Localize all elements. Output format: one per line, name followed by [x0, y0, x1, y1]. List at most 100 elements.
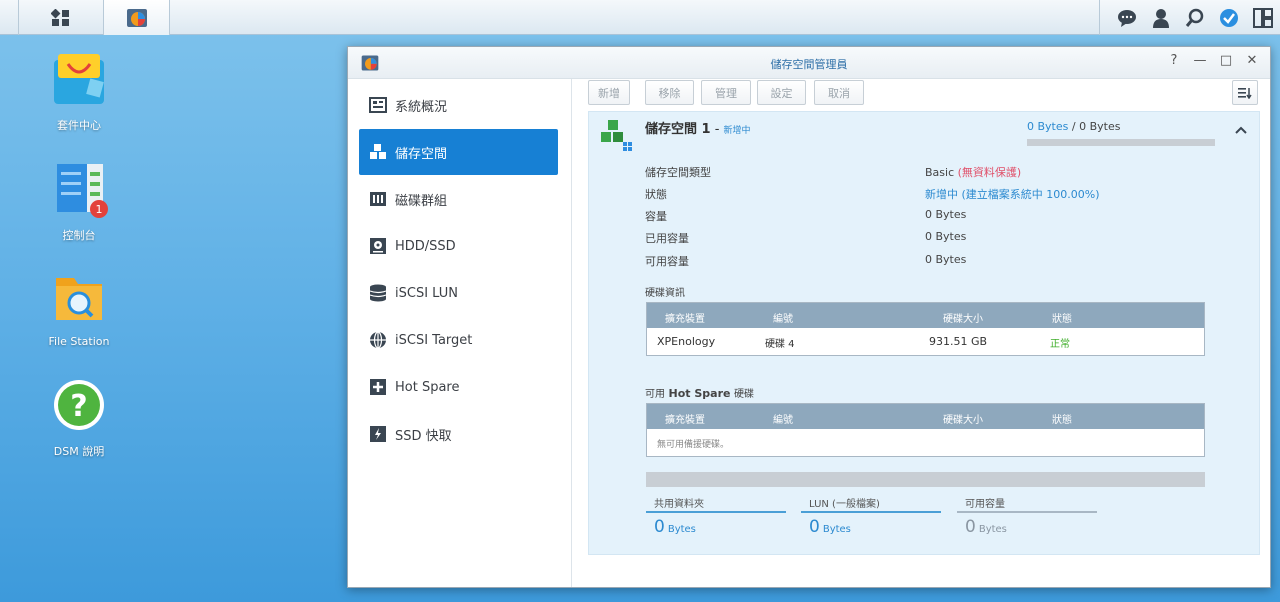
overview-icon: [369, 96, 387, 114]
col-number: 編號: [773, 415, 793, 426]
col-size: 硬碟大小: [943, 314, 983, 325]
volume-usage-used: 0 Bytes: [1027, 120, 1069, 133]
volume-cube-icon: [601, 120, 632, 151]
collapse-button[interactable]: [1235, 124, 1247, 138]
capacity-value: 0 Bytes: [925, 208, 967, 221]
close-button[interactable]: ✕: [1242, 53, 1262, 68]
manage-button[interactable]: 管理: [701, 80, 751, 105]
status-value: 新增中 (建立檔案系統中 100.00%): [925, 186, 1100, 202]
cancel-button[interactable]: 取消: [814, 80, 864, 105]
window-controls: ? — □ ✕: [1164, 53, 1262, 68]
dsm-status-icon[interactable]: [1212, 8, 1246, 28]
taskbar: [0, 0, 1280, 35]
user-icon[interactable]: [1144, 8, 1178, 28]
control-panel-icon: 1: [57, 164, 108, 218]
ssd-cache-icon: [369, 425, 387, 443]
status-label: 狀態: [645, 188, 667, 201]
storage-manager-app-icon: [126, 8, 147, 27]
disk-table-header: 擴充裝置 編號 硬碟大小 狀態: [647, 303, 1204, 328]
stat-label: LUN (一般檔案): [809, 499, 880, 510]
type-label: 儲存空間類型: [645, 166, 711, 179]
allocation-bar: [646, 472, 1205, 487]
hotspare-empty-row: 無可用備援硬碟。: [647, 429, 1204, 456]
hot-spare-icon: [369, 378, 387, 396]
create-button[interactable]: 新增: [588, 80, 630, 105]
hotspare-empty-text: 無可用備援硬碟。: [657, 440, 730, 450]
sidebar-item-label: iSCSI Target: [395, 332, 473, 348]
volume-name: 儲存空間 1: [645, 122, 711, 137]
col-status: 狀態: [1052, 314, 1072, 325]
window-title-bar[interactable]: 儲存空間管理員 ? — □ ✕: [348, 47, 1270, 79]
type-value-text: Basic: [925, 166, 955, 179]
stat-number: 0: [809, 517, 820, 537]
cell-device: XPEnology: [657, 335, 716, 348]
volume-usage-capacity: 0 Bytes: [1079, 120, 1121, 133]
iscsi-lun-icon: [369, 284, 387, 302]
sidebar-item-label: iSCSI LUN: [395, 285, 458, 301]
sidebar-item-volume[interactable]: 儲存空間: [359, 129, 558, 175]
svg-text:?: ?: [70, 389, 87, 424]
toolbar: 新增 移除 管理 設定 取消: [588, 79, 1270, 107]
stat-underline: [957, 511, 1097, 513]
stat-number: 0: [965, 517, 976, 537]
stat-value: 0 Bytes: [809, 517, 851, 537]
used-label: 已用容量: [645, 232, 689, 245]
status-note: (建立檔案系統中: [961, 188, 1043, 201]
remove-button[interactable]: 移除: [645, 80, 694, 105]
stat-lun: LUN (一般檔案) 0 Bytes: [801, 495, 941, 537]
sidebar-item-label: Hot Spare: [395, 379, 460, 395]
sidebar: 系統概況 儲存空間 磁碟群組 HDD/SSD iSCSI LUN iSCSI T…: [348, 79, 572, 587]
stat-label: 共用資料夾: [654, 499, 704, 510]
stat-value: 0 Bytes: [965, 517, 1007, 537]
sidebar-item-overview[interactable]: 系統概況: [359, 82, 558, 128]
desktop-icon-label: DSM 說明: [53, 445, 105, 458]
taskbar-storage-manager-button[interactable]: [104, 0, 170, 35]
sort-button[interactable]: [1232, 80, 1258, 105]
col-status: 狀態: [1052, 415, 1072, 426]
status-value-text: 新增中: [925, 188, 958, 201]
window-title: 儲存空間管理員: [770, 58, 848, 71]
type-note: (無資料保護): [957, 166, 1022, 179]
type-value: Basic (無資料保護): [925, 164, 1021, 180]
stat-unit: Bytes: [667, 524, 696, 535]
storage-manager-window: 儲存空間管理員 ? — □ ✕ 系統概況 儲存空間 磁碟群組 HDD/SSD i…: [347, 46, 1271, 588]
file-station-icon: [56, 278, 102, 320]
cell-status: 正常: [1050, 339, 1070, 350]
notifications-icon[interactable]: [1110, 8, 1144, 28]
sidebar-item-disk-group[interactable]: 磁碟群組: [359, 176, 558, 222]
hotspare-table: 擴充裝置 編號 硬碟大小 狀態 無可用備援硬碟。: [646, 403, 1205, 457]
desktop-icon-label: 套件中心: [57, 119, 101, 132]
desktop-icon-package-center[interactable]: 套件中心: [40, 52, 118, 133]
search-icon[interactable]: [1178, 8, 1212, 28]
maximize-button[interactable]: □: [1216, 53, 1236, 68]
stat-underline: [646, 511, 786, 513]
table-row[interactable]: XPEnology 硬碟 4 931.51 GB 正常: [647, 328, 1204, 355]
free-label: 可用容量: [645, 255, 689, 268]
chevron-up-icon: [1235, 126, 1247, 134]
minimize-button[interactable]: —: [1190, 53, 1210, 68]
desktop-icon-control-panel[interactable]: 1 控制台: [40, 162, 118, 243]
stat-label: 可用容量: [965, 499, 1005, 510]
desktop-icon-dsm-help[interactable]: ? DSM 說明: [40, 376, 118, 459]
sidebar-item-label: 儲存空間: [395, 146, 448, 162]
sort-icon: [1238, 87, 1252, 99]
volume-usage-text: 0 Bytes / 0 Bytes: [1027, 120, 1121, 133]
stat-underline: [801, 511, 941, 513]
settings-button[interactable]: 設定: [757, 80, 806, 105]
desktop-icon-file-station[interactable]: File Station: [40, 270, 118, 348]
sidebar-item-ssd-cache[interactable]: SSD 快取: [359, 411, 558, 457]
system-tray: [1099, 0, 1280, 35]
sidebar-item-hdd-ssd[interactable]: HDD/SSD: [359, 223, 558, 269]
hotspare-title-prefix: 可用: [645, 389, 665, 400]
main-menu-button[interactable]: [18, 0, 104, 35]
volume-heading: 儲存空間 1 - 新增中: [645, 122, 751, 137]
stat-shared-folders: 共用資料夾 0 Bytes: [646, 495, 786, 537]
sidebar-item-iscsi-lun[interactable]: iSCSI LUN: [359, 270, 558, 316]
widgets-icon[interactable]: [1246, 7, 1280, 28]
sidebar-item-hot-spare[interactable]: Hot Spare: [359, 364, 558, 410]
main-content: 新增 移除 管理 設定 取消 儲存空間 1 - 新增中 0 Bytes / 0 …: [588, 79, 1270, 587]
help-button[interactable]: ?: [1164, 53, 1184, 68]
volume-icon: [369, 143, 387, 161]
sidebar-item-iscsi-target[interactable]: iSCSI Target: [359, 317, 558, 363]
sidebar-item-label: HDD/SSD: [395, 238, 456, 254]
